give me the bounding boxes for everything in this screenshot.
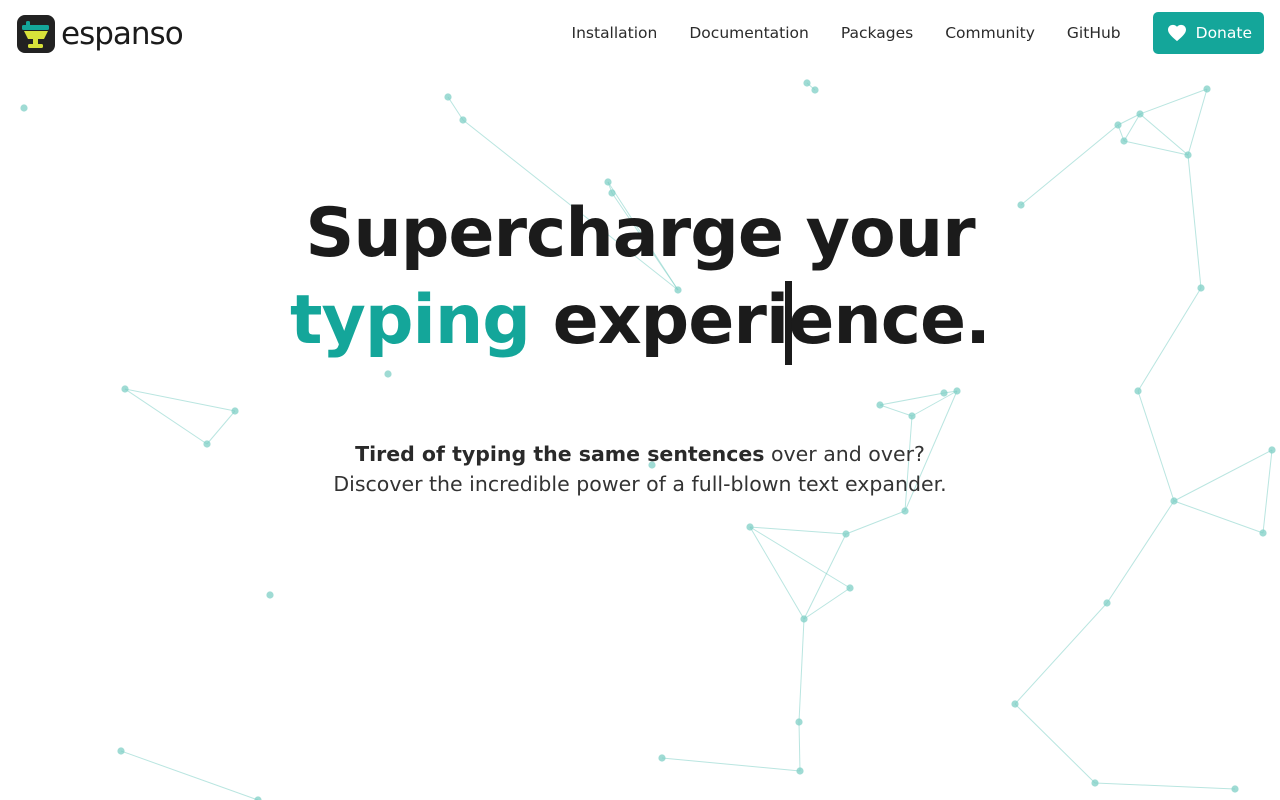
particle-dot: [444, 93, 452, 101]
particle-dot: [746, 523, 754, 531]
hero-subtitle-line2: Discover the incredible power of a full-…: [333, 472, 947, 496]
particle-link: [1139, 88, 1208, 115]
particle-link: [798, 721, 801, 772]
particle-dot: [117, 747, 125, 755]
particle-dot: [1136, 110, 1144, 118]
nav-github-link[interactable]: GitHub: [1067, 12, 1121, 54]
particle-dot: [1259, 529, 1267, 537]
particle-link: [1106, 500, 1175, 604]
nav-installation-link[interactable]: Installation: [572, 12, 658, 54]
particle-link: [749, 526, 847, 535]
particle-dot: [604, 178, 612, 186]
particle-dot: [1103, 599, 1111, 607]
particle-dot: [20, 104, 28, 112]
particle-dot: [796, 767, 804, 775]
particle-link: [1173, 500, 1264, 534]
particle-dot: [1011, 700, 1019, 708]
particle-dot: [1114, 121, 1122, 129]
particle-dot: [842, 530, 850, 538]
navbar: espanso Installation Documentation Packa…: [0, 0, 1280, 66]
particle-link: [1139, 113, 1189, 156]
espanso-logo-icon: [17, 15, 55, 53]
particle-link: [1123, 140, 1189, 156]
hero-section: Supercharge your typing experience. Tire…: [0, 190, 1280, 499]
hero-subtitle: Tired of typing the same sentences over …: [0, 439, 1280, 499]
particle-link: [1014, 703, 1096, 784]
particle-dot: [795, 718, 803, 726]
particle-dot: [1231, 785, 1239, 793]
nav-community-link[interactable]: Community: [945, 12, 1035, 54]
particle-dot: [254, 796, 262, 800]
hero-title-rest-b: ence.: [788, 281, 991, 360]
particle-link: [803, 533, 847, 620]
hero-title-rest-a: experi: [529, 281, 790, 360]
particle-link: [447, 96, 464, 121]
particle-link: [798, 618, 805, 723]
hero-subtitle-rest: over and over?: [764, 442, 925, 466]
brand-link[interactable]: espanso: [17, 15, 184, 53]
particle-dot: [266, 591, 274, 599]
particle-link: [749, 526, 805, 620]
particle-dot: [803, 79, 811, 87]
hero-title: Supercharge your typing experience.: [0, 190, 1280, 365]
particle-dot: [658, 754, 666, 762]
hero-title-accent: typing: [290, 281, 531, 360]
donate-button[interactable]: Donate: [1152, 12, 1264, 54]
particle-dot: [1091, 779, 1099, 787]
heart-icon: [1167, 24, 1186, 42]
particle-link: [1014, 602, 1108, 705]
particle-link: [1094, 782, 1236, 790]
particle-link: [749, 526, 851, 589]
nav-documentation-link[interactable]: Documentation: [689, 12, 809, 54]
nav-links: Installation Documentation Packages Comm…: [572, 12, 1264, 54]
nav-packages-link[interactable]: Packages: [841, 12, 913, 54]
particle-dot: [1120, 137, 1128, 145]
brand-name: espanso: [61, 16, 184, 52]
particle-dot: [1184, 151, 1192, 159]
hero-title-line1: Supercharge your: [305, 194, 975, 273]
particle-dot: [811, 86, 819, 94]
particle-link: [803, 587, 851, 620]
particle-dot: [1203, 85, 1211, 93]
hero-subtitle-bold: Tired of typing the same sentences: [355, 442, 765, 466]
donate-label: Donate: [1195, 24, 1252, 42]
particle-link: [661, 757, 801, 772]
particle-link: [1187, 88, 1208, 156]
particle-dot: [846, 584, 854, 592]
page: espanso Installation Documentation Packa…: [0, 0, 1280, 800]
particle-link: [845, 510, 906, 535]
particle-dot: [800, 615, 808, 623]
particle-dot: [901, 507, 909, 515]
particle-dot: [459, 116, 467, 124]
particle-link: [120, 750, 259, 800]
